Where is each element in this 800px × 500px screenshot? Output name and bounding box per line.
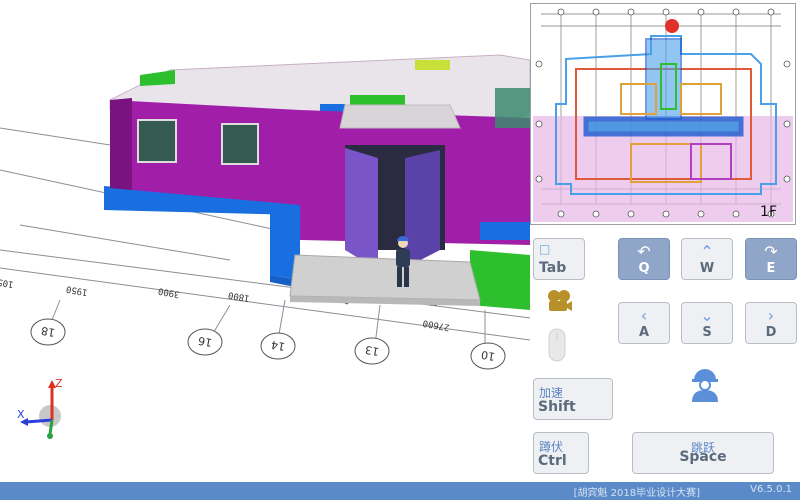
q-key-button[interactable]: ↶ Q	[618, 238, 670, 280]
lock-icon: □	[539, 242, 551, 256]
ctrl-crouch-button[interactable]: 蹲伏 Ctrl	[533, 432, 589, 474]
floor-label: 1F	[760, 204, 777, 220]
tab-key-button[interactable]: □ Tab	[533, 238, 585, 280]
axis-bubble-label: 14	[270, 338, 286, 353]
gizmo-z-label: Z	[55, 377, 63, 390]
credit-text: [胡宾魁 2018毕业设计大赛]	[573, 488, 700, 499]
shift-sprint-button[interactable]: 加速 Shift	[533, 378, 613, 420]
player-location-marker	[665, 19, 679, 33]
axis-bubble-label: 18	[40, 324, 56, 339]
w-key-button[interactable]: ⌃ W	[681, 238, 733, 280]
a-key-button[interactable]: ‹ A	[618, 302, 670, 344]
status-bar: [胡宾魁 2018毕业设计大赛] V6.5.0.1	[0, 482, 800, 500]
axis-gizmo: Z X	[14, 372, 70, 442]
rotate-left-icon: ↶	[637, 242, 651, 261]
chevron-down-icon: ⌄	[700, 306, 714, 325]
chevron-up-icon: ⌃	[700, 242, 714, 261]
axis-bubble-label: 16	[197, 334, 213, 349]
s-key-button[interactable]: ⌄ S	[681, 302, 733, 344]
e-key-button[interactable]: ↷ E	[745, 238, 797, 280]
rotate-right-icon: ↷	[764, 242, 778, 261]
worker-icon[interactable]	[688, 366, 722, 402]
svg-text:1800: 1800	[227, 289, 250, 303]
svg-text:27600: 27600	[422, 317, 450, 332]
space-jump-button[interactable]: 跳跃 Space	[632, 432, 774, 474]
svg-text:1050: 1050	[0, 275, 15, 289]
d-key-button[interactable]: › D	[745, 302, 797, 344]
svg-text:1950: 1950	[65, 283, 88, 297]
mouse-icon[interactable]	[545, 325, 569, 365]
gizmo-x-label: X	[17, 408, 25, 421]
chevron-left-icon: ‹	[640, 306, 648, 325]
svg-text:3900: 3900	[157, 285, 180, 299]
floor-plan-minimap[interactable]: 1F	[530, 3, 796, 225]
chevron-right-icon: ›	[767, 306, 775, 325]
camera-icon[interactable]	[546, 288, 572, 314]
axis-bubble-label: 10	[480, 348, 496, 363]
version-text: V6.5.0.1	[750, 484, 792, 495]
axis-bubble-label: 13	[364, 343, 380, 358]
